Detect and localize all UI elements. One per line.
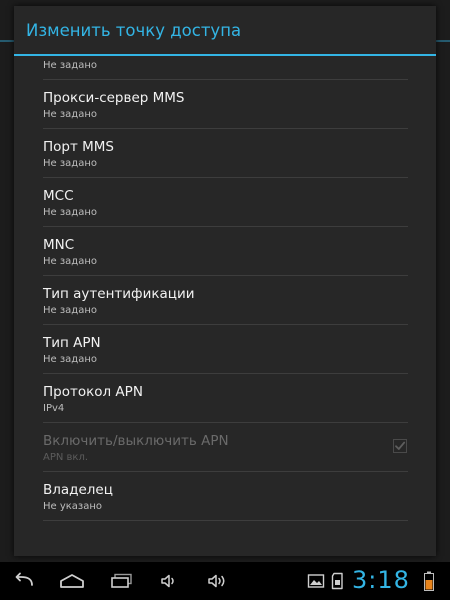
- setting-summary: Не задано: [43, 305, 97, 316]
- settings-list-content: Не задано Прокси-сервер MMS Не задано По…: [14, 56, 436, 521]
- setting-row-mnc[interactable]: MNC Не задано: [43, 227, 408, 276]
- recent-apps-button[interactable]: [108, 569, 136, 593]
- edit-access-point-dialog: Изменить точку доступа Не задано Прокси-…: [14, 6, 436, 556]
- sd-card-icon: [331, 572, 343, 590]
- setting-title: Тип аутентификации: [43, 286, 195, 302]
- screen: Изменить точку доступа Не задано Прокси-…: [0, 0, 450, 600]
- volume-down-button[interactable]: [156, 569, 184, 593]
- dialog-title: Изменить точку доступа: [26, 20, 242, 40]
- setting-title: Порт MMS: [43, 139, 115, 155]
- apn-enabled-checkbox: [392, 438, 408, 454]
- setting-summary: Не задано: [43, 354, 97, 365]
- checkmark-icon: [393, 439, 407, 453]
- setting-row-mms-proxy[interactable]: Прокси-сервер MMS Не задано: [43, 80, 408, 129]
- volume-up-button[interactable]: [204, 569, 232, 593]
- battery-icon: [424, 571, 434, 591]
- setting-title: MCC: [43, 188, 74, 204]
- setting-row-mms-port[interactable]: Порт MMS Не задано: [43, 129, 408, 178]
- setting-title: Прокси-сервер MMS: [43, 90, 185, 106]
- sd-card-notification[interactable]: [324, 569, 352, 593]
- home-button[interactable]: [58, 569, 86, 593]
- setting-summary: Не задано: [43, 207, 97, 218]
- back-icon: [15, 572, 33, 586]
- gallery-icon: [307, 574, 325, 588]
- setting-title: Тип APN: [43, 335, 101, 351]
- setting-summary: APN вкл.: [43, 452, 89, 463]
- volume-down-icon: [161, 574, 174, 588]
- back-button[interactable]: [10, 569, 38, 593]
- recent-apps-icon: [111, 573, 132, 588]
- settings-list[interactable]: Не задано Прокси-сервер MMS Не задано По…: [14, 56, 436, 556]
- setting-summary: Не указано: [43, 501, 103, 512]
- home-icon: [60, 574, 84, 588]
- setting-title: MNC: [43, 237, 75, 253]
- setting-row-mcc[interactable]: MCC Не задано: [43, 178, 408, 227]
- setting-title: Протокол APN: [43, 384, 143, 400]
- volume-up-icon: [208, 574, 225, 588]
- setting-summary: IPv4: [43, 403, 65, 414]
- setting-title: Владелец: [43, 482, 113, 498]
- setting-row-apn-protocol[interactable]: Протокол APN IPv4: [43, 374, 408, 423]
- setting-summary: Не задано: [43, 158, 97, 169]
- setting-row-apn-enable: Включить/выключить APN APN вкл.: [43, 423, 408, 472]
- setting-summary: Не задано: [43, 109, 97, 120]
- setting-summary: Не задано: [43, 60, 97, 71]
- setting-title: Включить/выключить APN: [43, 433, 229, 449]
- status-clock[interactable]: 3:18: [352, 566, 410, 594]
- setting-row-owner[interactable]: Владелец Не указано: [43, 472, 408, 521]
- setting-row-auth-type[interactable]: Тип аутентификации Не задано: [43, 276, 408, 325]
- setting-row-partial[interactable]: Не задано: [43, 56, 408, 80]
- setting-summary: Не задано: [43, 256, 97, 267]
- dialog-header: Изменить точку доступа: [14, 6, 436, 56]
- system-navigation-bar: 3:18: [0, 562, 450, 600]
- setting-row-apn-type[interactable]: Тип APN Не задано: [43, 325, 408, 374]
- battery-indicator[interactable]: [420, 569, 438, 593]
